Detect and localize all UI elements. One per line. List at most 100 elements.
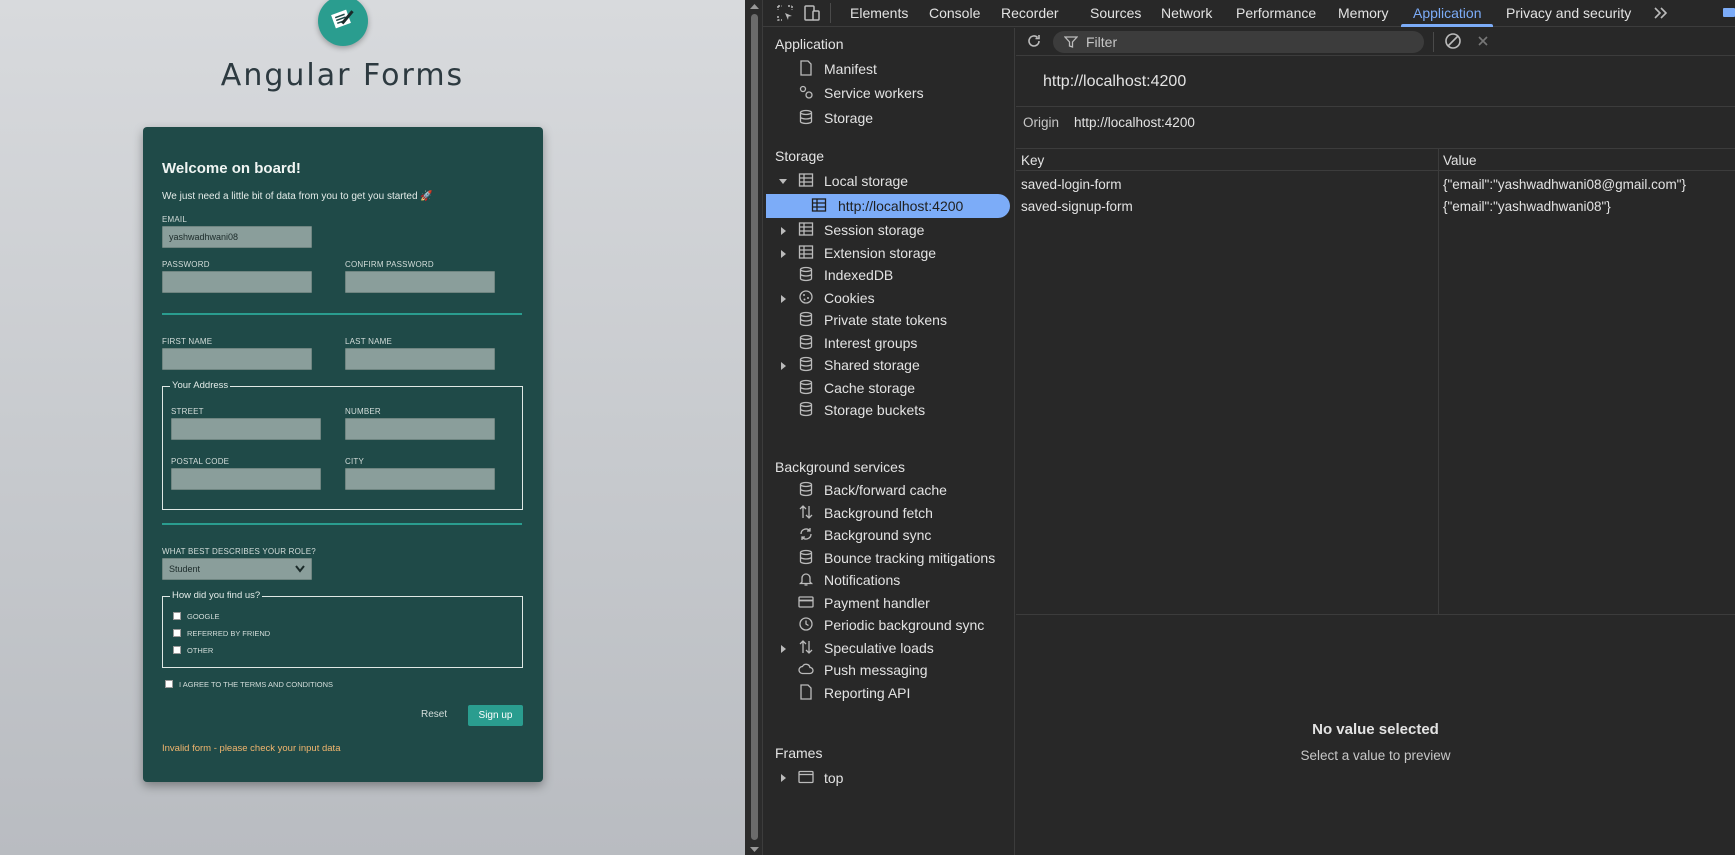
column-divider <box>1438 149 1439 615</box>
sidebar-item-cache-storage[interactable]: Cache storage <box>824 380 915 396</box>
database-icon <box>799 266 813 282</box>
app-logo <box>318 0 368 46</box>
sidebar-item-service-workers[interactable]: Service workers <box>824 85 924 101</box>
sidebar-item-frame-top[interactable]: top <box>824 770 843 786</box>
role-select-value: Student <box>169 564 201 574</box>
database-icon <box>799 379 813 394</box>
role-select[interactable]: Student <box>162 558 312 580</box>
filter-input[interactable]: Filter <box>1053 31 1424 53</box>
postal-code-input[interactable] <box>171 468 321 490</box>
issues-icon[interactable] <box>1722 6 1735 20</box>
sidebar-item-payment-handler[interactable]: Payment handler <box>824 595 930 611</box>
tab-privacy-security[interactable]: Privacy and security <box>1506 5 1631 21</box>
frame-icon <box>798 770 814 784</box>
expand-arrow-icon[interactable] <box>779 179 787 184</box>
device-toolbar-icon[interactable] <box>803 4 821 22</box>
postal-code-label: POSTAL CODE <box>171 457 230 466</box>
sidebar-item-manifest[interactable]: Manifest <box>824 61 877 77</box>
password-label: PASSWORD <box>162 260 210 269</box>
sidebar-item-storage[interactable]: Storage <box>824 110 873 126</box>
scroll-down-icon[interactable] <box>749 846 760 853</box>
sidebar-item-back-forward-cache[interactable]: Back/forward cache <box>824 482 947 498</box>
filter-funnel-icon <box>1064 36 1078 48</box>
column-header-value[interactable]: Value <box>1443 153 1477 168</box>
expand-arrow-icon[interactable] <box>781 294 786 303</box>
gears-icon <box>799 85 813 99</box>
credit-card-icon <box>798 595 814 608</box>
bell-icon <box>798 573 814 586</box>
sidebar-item-session-storage[interactable]: Session storage <box>824 222 924 238</box>
divider <box>162 523 522 525</box>
sidebar-item-private-state-tokens[interactable]: Private state tokens <box>824 312 947 328</box>
first-name-input[interactable] <box>162 348 312 370</box>
background-services-header: Background services <box>775 459 905 475</box>
sidebar-item-speculative-loads[interactable]: Speculative loads <box>824 640 934 656</box>
source-legend: How did you find us? <box>170 590 263 601</box>
empty-preview-subtitle: Select a value to preview <box>1300 748 1451 763</box>
sidebar-item-notifications[interactable]: Notifications <box>824 572 900 588</box>
street-input[interactable] <box>171 418 321 440</box>
application-section-header: Application <box>775 36 844 52</box>
toolbar-divider <box>1433 32 1434 52</box>
table-row-key[interactable]: saved-signup-form <box>1021 199 1133 214</box>
referred-checkbox[interactable] <box>173 629 181 637</box>
expand-arrow-icon[interactable] <box>781 644 786 653</box>
sidebar-item-periodic-background-sync[interactable]: Periodic background sync <box>824 617 984 633</box>
empty-preview-title: No value selected <box>1312 721 1439 738</box>
tab-recorder[interactable]: Recorder <box>1001 5 1059 21</box>
tab-sources[interactable]: Sources <box>1090 5 1141 21</box>
tab-network[interactable]: Network <box>1161 5 1212 21</box>
password-input[interactable] <box>162 271 312 293</box>
expand-arrow-icon[interactable] <box>781 227 786 235</box>
tab-performance[interactable]: Performance <box>1236 5 1316 21</box>
inspect-element-icon[interactable] <box>776 4 794 22</box>
database-icon <box>799 311 813 327</box>
city-input[interactable] <box>345 468 495 490</box>
database-icon <box>799 401 813 417</box>
expand-arrow-icon[interactable] <box>781 249 786 258</box>
scroll-up-icon[interactable] <box>749 3 760 10</box>
column-header-key[interactable]: Key <box>1021 153 1044 168</box>
first-name-label: FIRST NAME <box>162 337 213 346</box>
sidebar-item-reporting-api[interactable]: Reporting API <box>824 685 910 701</box>
table-row-value[interactable]: {"email":"yashwadhwani08@gmail.com"} <box>1443 177 1686 192</box>
sidebar-item-indexeddb[interactable]: IndexedDB <box>824 267 893 283</box>
other-checkbox[interactable] <box>173 646 181 654</box>
email-input[interactable] <box>162 226 312 248</box>
tab-memory[interactable]: Memory <box>1338 5 1389 21</box>
sidebar-item-local-storage[interactable]: Local storage <box>824 173 908 189</box>
delete-selected-icon[interactable] <box>1477 35 1489 47</box>
last-name-label: LAST NAME <box>345 337 392 346</box>
sidebar-item-cookies[interactable]: Cookies <box>824 290 875 306</box>
sidebar-item-background-sync[interactable]: Background sync <box>824 527 931 543</box>
signup-form-card: Welcome on board! We just need a little … <box>143 127 543 782</box>
sidebar-item-storage-buckets[interactable]: Storage buckets <box>824 402 925 418</box>
sidebar-item-push-messaging[interactable]: Push messaging <box>824 662 928 678</box>
database-icon <box>799 334 813 349</box>
expand-arrow-icon[interactable] <box>781 774 786 782</box>
sidebar-item-background-fetch[interactable]: Background fetch <box>824 505 933 521</box>
clear-all-icon[interactable] <box>1444 32 1462 50</box>
confirm-password-input[interactable] <box>345 271 495 293</box>
google-checkbox[interactable] <box>173 612 181 620</box>
tab-application[interactable]: Application <box>1413 5 1482 21</box>
signup-button[interactable]: Sign up <box>468 705 523 726</box>
reset-button[interactable]: Reset <box>421 709 447 720</box>
number-input[interactable] <box>345 418 495 440</box>
last-name-input[interactable] <box>345 348 495 370</box>
sidebar-item-shared-storage[interactable]: Shared storage <box>824 357 920 373</box>
refresh-icon[interactable] <box>1025 32 1043 50</box>
scrollbar-thumb[interactable] <box>751 14 758 840</box>
table-row-key[interactable]: saved-login-form <box>1021 177 1122 192</box>
terms-label: I AGREE TO THE TERMS AND CONDITIONS <box>179 680 334 689</box>
table-row-value[interactable]: {"email":"yashwadhwani08"} <box>1443 199 1611 214</box>
expand-arrow-icon[interactable] <box>781 362 786 370</box>
google-option-label: GOOGLE <box>187 612 220 621</box>
more-tabs-icon[interactable] <box>1653 6 1669 20</box>
sidebar-item-extension-storage[interactable]: Extension storage <box>824 245 936 261</box>
sidebar-item-interest-groups[interactable]: Interest groups <box>824 335 917 351</box>
terms-checkbox[interactable] <box>165 680 173 688</box>
sidebar-item-bounce-tracking-mitigations[interactable]: Bounce tracking mitigations <box>824 550 995 566</box>
tab-console[interactable]: Console <box>929 5 980 21</box>
tab-elements[interactable]: Elements <box>850 5 908 21</box>
